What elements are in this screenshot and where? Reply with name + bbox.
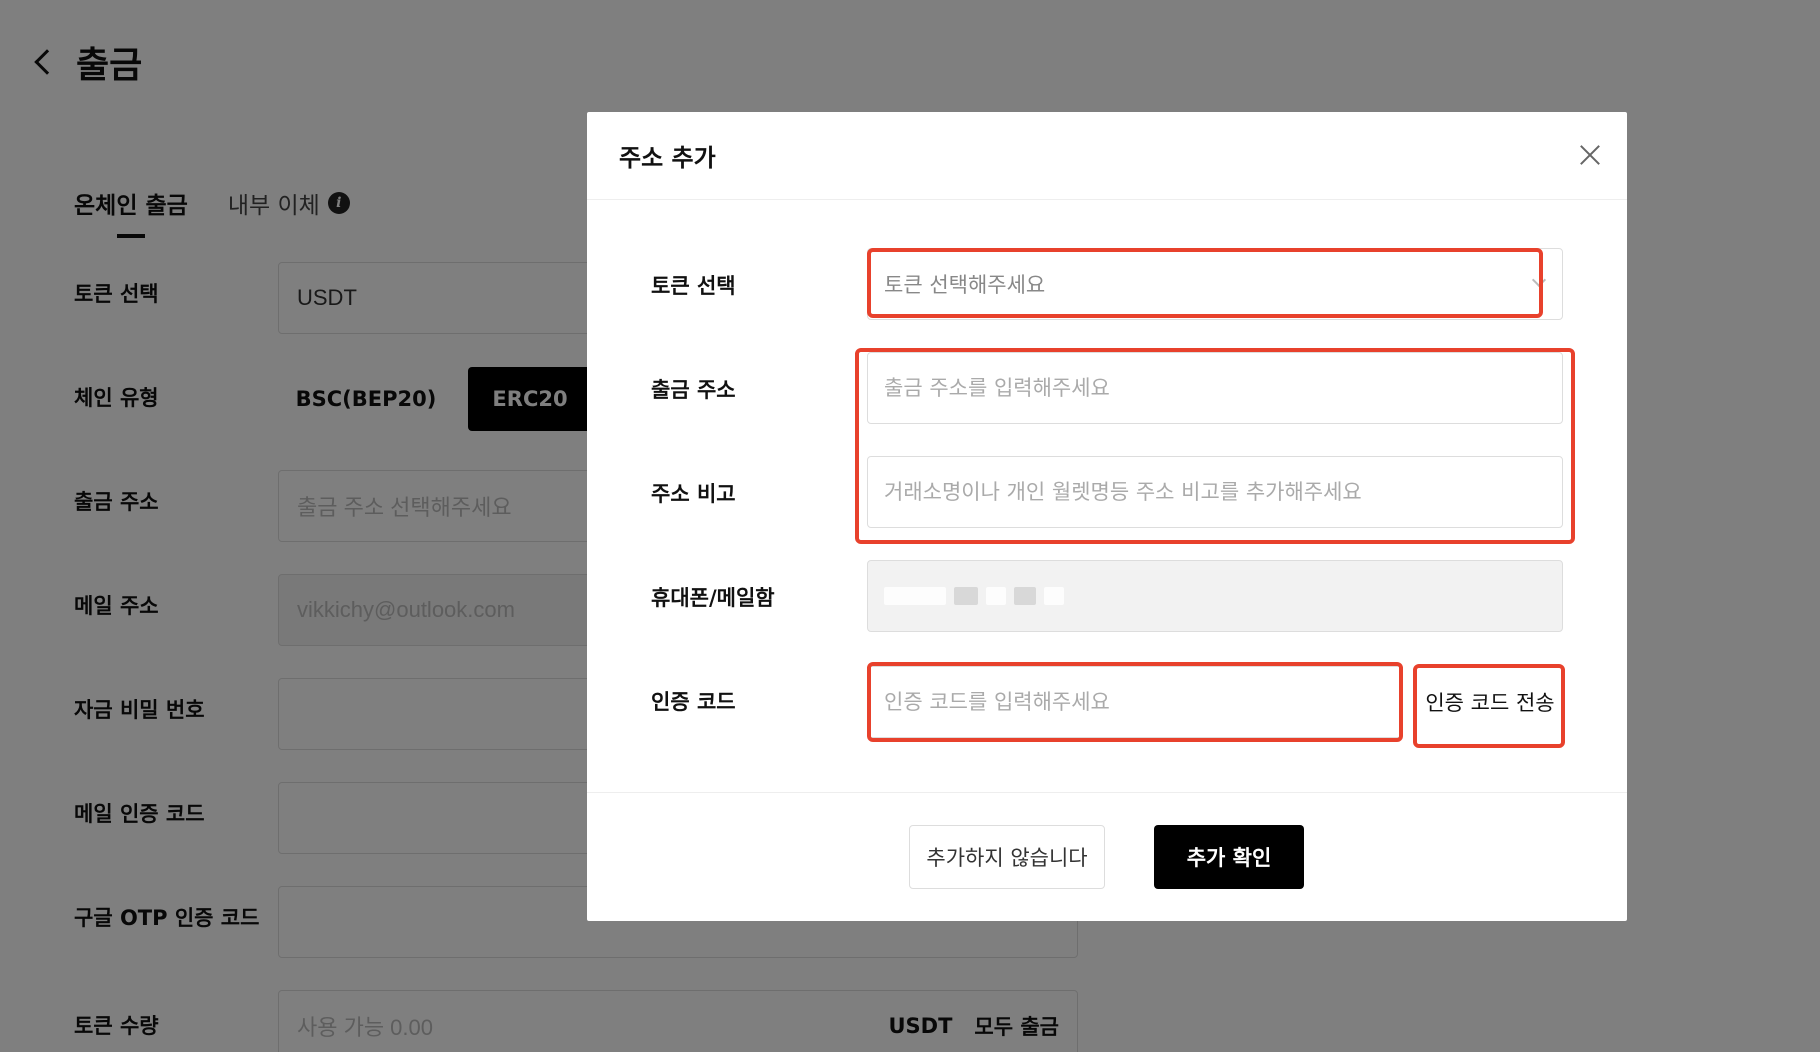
- modal-token-select[interactable]: 토큰 선택해주세요: [867, 248, 1563, 320]
- redacted-block: [1014, 587, 1036, 605]
- send-code-button[interactable]: 인증 코드 전송: [1417, 666, 1563, 738]
- redacted-block: [1044, 587, 1064, 605]
- modal-code-label: 인증 코드: [651, 690, 736, 714]
- modal-address-field[interactable]: [867, 352, 1563, 424]
- code-input[interactable]: [884, 690, 1386, 714]
- modal-contact-field: [867, 560, 1563, 632]
- token-select-placeholder: 토큰 선택해주세요: [884, 273, 1046, 297]
- cancel-button[interactable]: 추가하지 않습니다: [909, 825, 1105, 889]
- redacted-block: [954, 587, 978, 605]
- redacted-block: [884, 587, 946, 605]
- address-input[interactable]: [884, 376, 1546, 400]
- chevron-down-icon: [1531, 272, 1547, 288]
- modal-memo-field[interactable]: [867, 456, 1563, 528]
- modal-memo-label: 주소 비고: [651, 482, 736, 506]
- modal-contact-label: 휴대폰/메일함: [651, 586, 775, 610]
- add-address-modal: 주소 추가 토큰 선택 토큰 선택해주세요 출금 주소 주소 비고 휴대폰/메일…: [587, 112, 1627, 921]
- redacted-block: [986, 587, 1006, 605]
- modal-divider: [587, 792, 1627, 793]
- modal-code-field[interactable]: [867, 666, 1403, 738]
- modal-address-label: 출금 주소: [651, 378, 736, 402]
- modal-token-label: 토큰 선택: [651, 274, 736, 298]
- modal-header: 주소 추가: [587, 112, 1627, 200]
- close-icon[interactable]: [1579, 144, 1601, 166]
- confirm-button[interactable]: 추가 확인: [1154, 825, 1304, 889]
- memo-input[interactable]: [884, 480, 1546, 504]
- modal-title: 주소 추가: [619, 144, 716, 172]
